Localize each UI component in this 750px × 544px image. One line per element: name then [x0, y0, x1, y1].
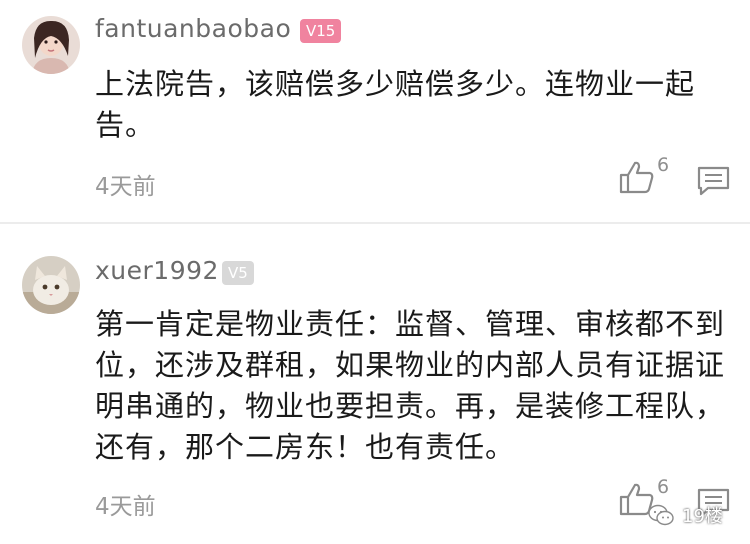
avatar[interactable]: [22, 16, 80, 74]
username[interactable]: xuer1992: [95, 256, 219, 286]
watermark: 19楼: [648, 498, 748, 532]
timestamp: 4天前: [95, 174, 156, 200]
comment-item: xuer1992 V5 第一肯定是物业责任：监督、管理、审核都不到位，还涉及群租…: [0, 222, 750, 544]
like-count: 6: [657, 476, 670, 498]
comment-text: 第一肯定是物业责任：监督、管理、审核都不到位，还涉及群租，如果物业的内部人员有证…: [95, 307, 726, 464]
timestamp: 4天前: [95, 494, 156, 520]
like-count: 6: [657, 154, 670, 176]
watermark-text: 19楼: [682, 506, 723, 527]
level-badge: V15: [300, 19, 342, 43]
reply-icon[interactable]: [697, 166, 730, 196]
avatar[interactable]: [22, 256, 80, 314]
wechat-icon: [648, 504, 674, 526]
level-badge: V5: [222, 261, 254, 285]
comment-text: 上法院告，该赔偿多少赔偿多少。连物业一起告。: [95, 67, 696, 142]
comment-item: fantuanbaobao V15 上法院告，该赔偿多少赔偿多少。连物业一起告。…: [0, 0, 750, 222]
thumbs-up-icon[interactable]: [619, 160, 655, 194]
username[interactable]: fantuanbaobao: [95, 14, 291, 44]
